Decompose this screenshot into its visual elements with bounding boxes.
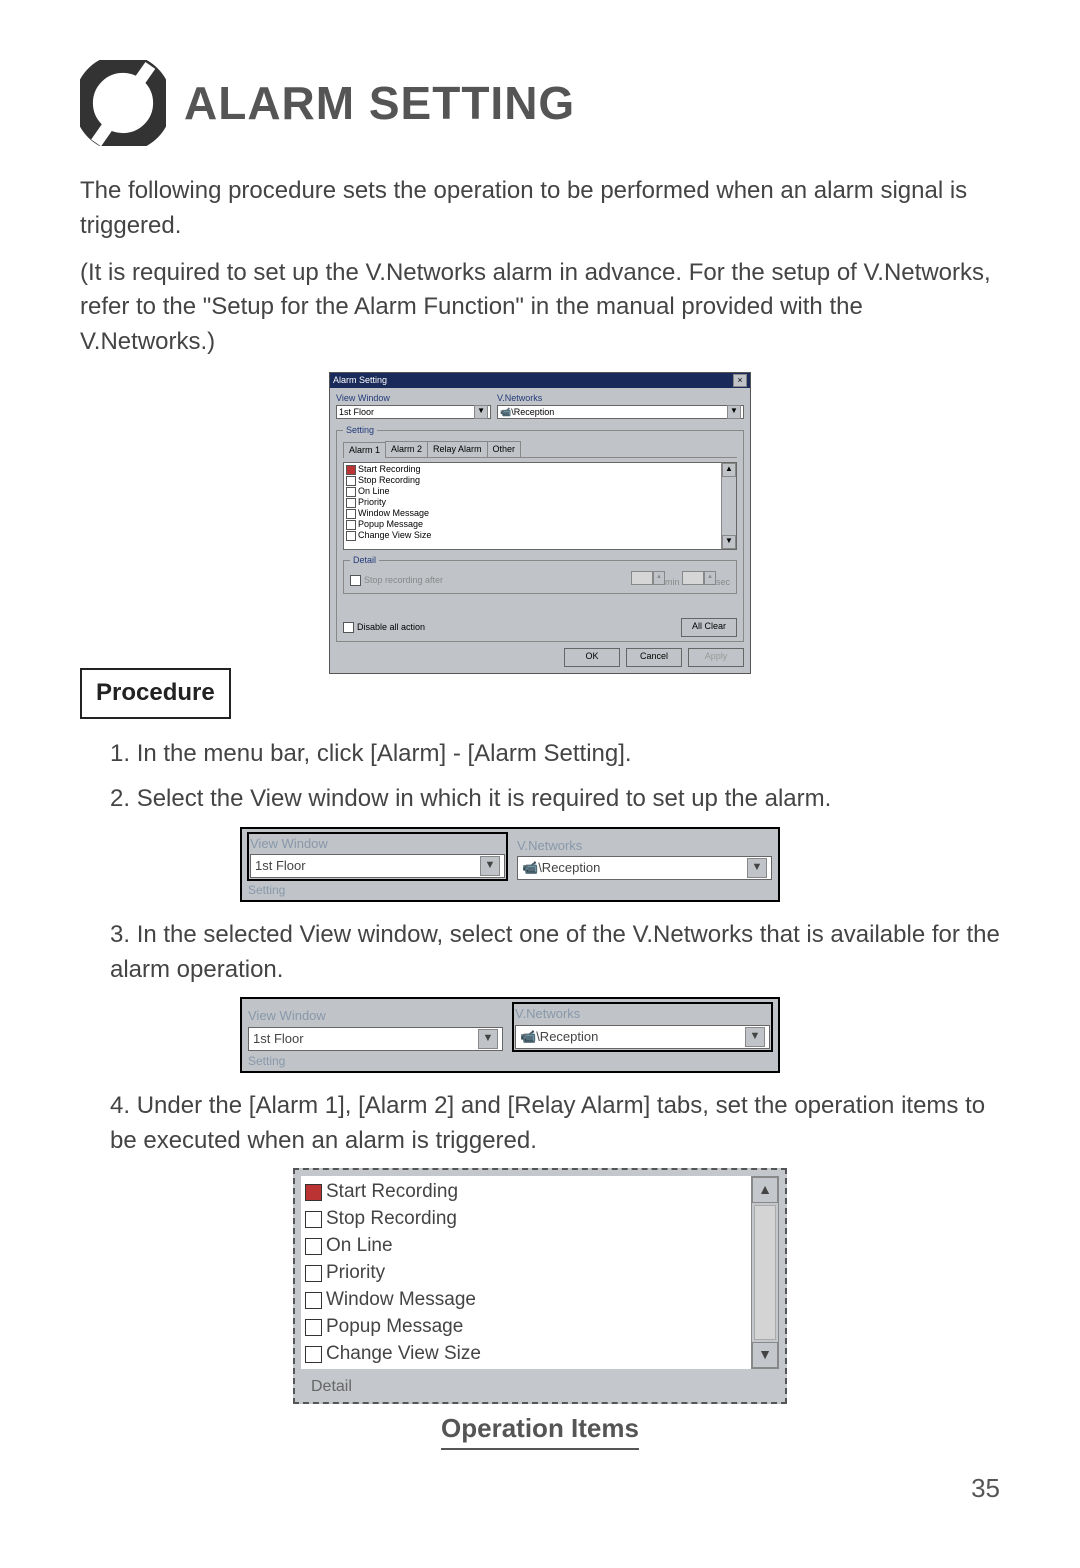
chevron-down-icon[interactable]: ▼	[727, 405, 741, 419]
chevron-down-icon[interactable]: ▼	[747, 858, 767, 878]
list-item[interactable]: Change View Size	[346, 530, 719, 541]
page-number: 35	[80, 1470, 1000, 1508]
vnetworks-inset: View Window 1st Floor ▼ V.Networks 📹\Rec…	[240, 997, 780, 1072]
page-header: ALARM SETTING	[80, 60, 1000, 146]
chevron-down-icon[interactable]: ▼	[474, 405, 488, 419]
stop-after-checkbox[interactable]	[350, 575, 361, 586]
list-item[interactable]: Start Recording	[346, 464, 719, 475]
vnetworks-label: V.Networks	[497, 392, 744, 405]
procedure-list: Under the [Alarm 1], [Alarm 2] and [Rela…	[110, 1089, 1000, 1159]
chevron-down-icon[interactable]: ▼	[480, 856, 500, 876]
procedure-list: In the selected View window, select one …	[110, 918, 1000, 988]
list-item[interactable]: Change View Size	[305, 1340, 747, 1367]
procedure-list: In the menu bar, click [Alarm] - [Alarm …	[110, 737, 1000, 817]
step-2: Select the View window in which it is re…	[110, 782, 1000, 817]
list-item[interactable]: Priority	[305, 1259, 747, 1286]
view-window-label: View Window	[336, 392, 491, 405]
list-item[interactable]: Window Message	[346, 508, 719, 519]
all-clear-button[interactable]: All Clear	[681, 618, 737, 637]
operation-items-caption: Operation Items	[441, 1410, 639, 1450]
vnetworks-select[interactable]: 📹\Reception ▼	[515, 1025, 770, 1049]
tab-alarm2[interactable]: Alarm 2	[385, 441, 428, 457]
step-4: Under the [Alarm 1], [Alarm 2] and [Rela…	[110, 1089, 1000, 1159]
vnetworks-select[interactable]: 📹 \Reception ▼	[497, 405, 744, 419]
view-window-inset: View Window 1st Floor ▼ V.Networks 📹\Rec…	[240, 827, 780, 902]
scroll-down-icon[interactable]: ▼	[722, 535, 736, 549]
view-window-select[interactable]: 1st Floor ▼	[250, 854, 505, 878]
scroll-up-icon[interactable]: ▲	[722, 463, 736, 477]
close-icon[interactable]: ×	[733, 374, 747, 387]
apply-button[interactable]: Apply	[688, 648, 744, 667]
dialog-title: Alarm Setting	[333, 374, 387, 387]
list-item[interactable]: On Line	[305, 1232, 747, 1259]
step-1: In the menu bar, click [Alarm] - [Alarm …	[110, 737, 1000, 772]
chevron-down-icon[interactable]: ▼	[745, 1027, 765, 1047]
view-window-select[interactable]: 1st Floor ▼	[248, 1027, 503, 1051]
logo-icon	[80, 60, 166, 146]
list-item[interactable]: Popup Message	[305, 1313, 747, 1340]
scroll-up-icon[interactable]: ▲	[752, 1177, 778, 1203]
setting-group: Setting Alarm 1 Alarm 2 Relay Alarm Othe…	[336, 424, 744, 642]
tabs: Alarm 1 Alarm 2 Relay Alarm Other	[343, 441, 737, 458]
page-title: ALARM SETTING	[184, 70, 575, 137]
list-item[interactable]: Priority	[346, 497, 719, 508]
view-window-select[interactable]: 1st Floor ▼	[336, 405, 491, 419]
detail-group: Detail Stop recording after ▴min ▴sec	[343, 554, 737, 594]
disable-all-checkbox[interactable]	[343, 622, 354, 633]
procedure-heading: Procedure	[80, 668, 231, 719]
chevron-down-icon[interactable]: ▼	[478, 1029, 498, 1049]
list-item[interactable]: Stop Recording	[305, 1205, 747, 1232]
list-item[interactable]: Popup Message	[346, 519, 719, 530]
step-3: In the selected View window, select one …	[110, 918, 1000, 988]
ok-button[interactable]: OK	[564, 648, 620, 667]
tab-relay-alarm[interactable]: Relay Alarm	[427, 441, 488, 457]
list-item[interactable]: Stop Recording	[346, 475, 719, 486]
operation-items-list: Start Recording Stop Recording On Line P…	[343, 462, 737, 550]
alarm-setting-dialog: Alarm Setting × View Window 1st Floor ▼ …	[329, 372, 751, 674]
tab-alarm1[interactable]: Alarm 1	[343, 442, 386, 458]
intro-paragraph-1: The following procedure sets the operati…	[80, 174, 1000, 244]
intro-paragraph-2: (It is required to set up the V.Networks…	[80, 256, 1000, 360]
vnetworks-select[interactable]: 📹\Reception ▼	[517, 856, 772, 880]
tab-other[interactable]: Other	[487, 441, 522, 457]
cancel-button[interactable]: Cancel	[626, 648, 682, 667]
seconds-stepper[interactable]: ▴	[682, 571, 716, 585]
scroll-thumb[interactable]	[754, 1205, 776, 1340]
minutes-stepper[interactable]: ▴	[631, 571, 665, 585]
list-item[interactable]: Start Recording	[305, 1178, 747, 1205]
scroll-down-icon[interactable]: ▼	[752, 1342, 778, 1368]
list-item[interactable]: On Line	[346, 486, 719, 497]
list-item[interactable]: Window Message	[305, 1286, 747, 1313]
operation-items-box: Start Recording Stop Recording On Line P…	[293, 1168, 787, 1404]
